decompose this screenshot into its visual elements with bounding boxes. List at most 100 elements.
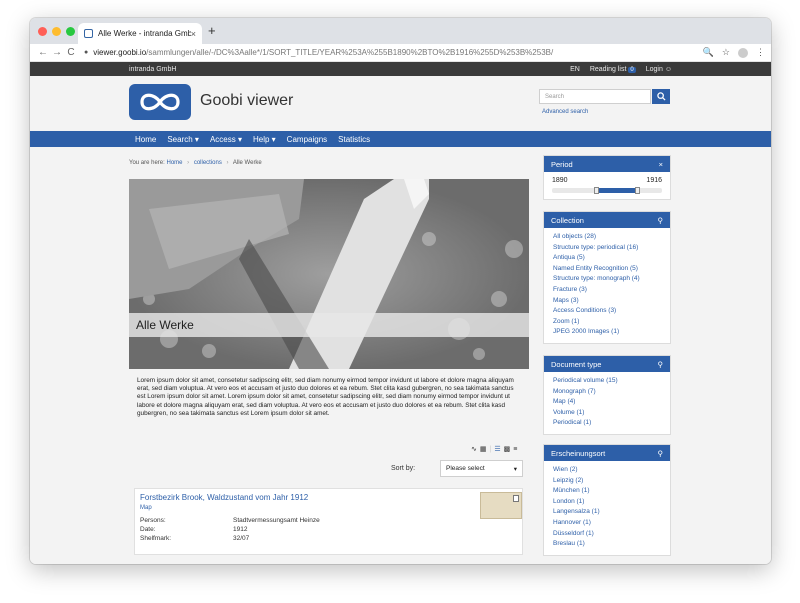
period-widget: Period × 1890 1916 — [543, 155, 671, 200]
facet-item[interactable]: Zoom (1) — [553, 317, 661, 328]
nav-search[interactable]: Search ▾ — [167, 135, 199, 144]
maximize-window-button[interactable] — [66, 27, 75, 36]
facet-item[interactable]: Periodical volume (15) — [553, 376, 661, 387]
facet-item[interactable]: Structure type: monograph (4) — [553, 274, 661, 285]
bookmark-star-icon[interactable]: ☆ — [722, 47, 730, 58]
main-navigation: Home Search ▾ Access ▾ Help ▾ Campaigns … — [30, 131, 771, 147]
doctype-widget-header: Document type ⚲ — [544, 356, 670, 372]
advanced-search-link[interactable]: Advanced search — [542, 109, 588, 115]
search-icon[interactable]: ⚲ — [658, 449, 664, 458]
breadcrumb-home[interactable]: Home — [166, 160, 182, 166]
dropdown-arrow-icon: ▾ — [513, 465, 517, 473]
address-bar[interactable]: ● viewer.goobi.io /sammlungen/alle/-/DC%… — [84, 48, 695, 57]
doctype-widget: Document type ⚲ Periodical volume (15) Mo… — [543, 355, 671, 435]
site-header: Goobi viewer Search Advanced search — [30, 76, 771, 131]
table-view-icon[interactable]: ▦ — [480, 445, 487, 453]
sort-select[interactable]: Please select ▾ — [440, 460, 523, 477]
new-tab-button[interactable]: + — [208, 23, 216, 38]
breadcrumb-collections[interactable]: collections — [194, 160, 222, 166]
lock-icon: ● — [84, 49, 89, 56]
bookmark-icon[interactable] — [513, 495, 519, 502]
browser-tab[interactable]: Alle Werke - intranda GmbH × — [78, 23, 202, 44]
result-thumbnail[interactable] — [480, 492, 522, 519]
facet-item[interactable]: Leipzig (2) — [553, 476, 661, 487]
place-facet-list: Wien (2) Leipzig (2) München (1) London (1)… — [544, 461, 670, 555]
search-button[interactable] — [652, 89, 670, 104]
facet-item[interactable]: Structure type: periodical (16) — [553, 243, 661, 254]
breadcrumb-separator: › — [187, 160, 190, 166]
breadcrumb: You are here: Home › collections › Alle … — [129, 160, 262, 166]
browser-menu-icon[interactable]: ⋮ — [756, 47, 765, 58]
search-icon[interactable]: ⚲ — [658, 216, 664, 225]
search-result-item[interactable]: Forstbezirk Brook, Waldzustand vom Jahr … — [134, 488, 523, 555]
login-link[interactable]: Login ☺ — [646, 66, 672, 73]
language-switch[interactable]: EN — [570, 66, 580, 73]
meta-key: Date: — [140, 526, 156, 533]
facet-item[interactable]: Volume (1) — [553, 408, 661, 419]
reload-icon[interactable]: C — [64, 47, 78, 58]
facet-item[interactable]: Named Entity Recognition (5) — [553, 264, 661, 275]
facet-item[interactable]: Fracture (3) — [553, 285, 661, 296]
slider-handle-start[interactable] — [594, 187, 599, 194]
facet-item[interactable]: Monograph (7) — [553, 387, 661, 398]
site-title[interactable]: Goobi viewer — [200, 92, 293, 110]
tab-close-icon[interactable]: × — [191, 29, 196, 39]
facet-item[interactable]: Access Conditions (3) — [553, 306, 661, 317]
sort-label: Sort by: — [391, 465, 416, 472]
collection-description: Lorem ipsum dolor sit amet, consetetur s… — [137, 377, 514, 417]
back-icon[interactable]: ← — [36, 47, 50, 58]
reading-list-count: 0 — [628, 66, 636, 73]
breadcrumb-current: Alle Werke — [232, 160, 262, 166]
facet-item[interactable]: Antiqua (5) — [553, 253, 661, 264]
facet-item[interactable]: Düsseldorf (1) — [553, 529, 661, 540]
infinity-logo-icon — [140, 93, 180, 111]
goobi-logo[interactable] — [129, 84, 191, 120]
minimize-window-button[interactable] — [52, 27, 61, 36]
browser-window: Alle Werke - intranda GmbH × + ← → C ● v… — [30, 18, 771, 564]
close-window-button[interactable] — [38, 27, 47, 36]
rss-icon[interactable]: ∿ — [471, 445, 477, 453]
nav-access[interactable]: Access ▾ — [210, 135, 242, 144]
facet-item[interactable]: München (1) — [553, 486, 661, 497]
collection-title: Collection — [551, 215, 584, 225]
remove-filter-icon[interactable]: × — [659, 160, 663, 169]
meta-value: Stadtvermessungsamt Heinze — [233, 517, 320, 524]
facet-item[interactable]: Map (4) — [553, 397, 661, 408]
facet-item[interactable]: Wien (2) — [553, 465, 661, 476]
result-title-link[interactable]: Forstbezirk Brook, Waldzustand vom Jahr … — [140, 493, 308, 502]
nav-statistics[interactable]: Statistics — [338, 135, 370, 144]
company-name: intranda GmbH — [129, 65, 177, 73]
slider-handle-end[interactable] — [634, 187, 640, 194]
list-view-icon[interactable]: ☰ — [494, 445, 500, 453]
collection-widget: Collection ⚲ All objects (28) Structure t… — [543, 211, 671, 344]
facet-item[interactable]: London (1) — [553, 497, 661, 508]
facet-item[interactable]: JPEG 2000 Images (1) — [553, 327, 661, 338]
zoom-icon[interactable]: 🔍 — [703, 47, 714, 58]
facet-item[interactable]: All objects (28) — [553, 232, 661, 243]
facet-item[interactable]: Langensalza (1) — [553, 507, 661, 518]
hero-photo — [129, 179, 529, 369]
profile-avatar[interactable] — [738, 47, 748, 58]
place-widget: Erscheinungsort ⚲ Wien (2) Leipzig (2) Mün… — [543, 444, 671, 556]
search-icon[interactable]: ⚲ — [658, 360, 664, 369]
facet-item[interactable]: Maps (3) — [553, 296, 661, 307]
forward-icon[interactable]: → — [50, 47, 64, 58]
facet-item[interactable]: Periodical (1) — [553, 418, 661, 429]
favicon-icon — [84, 29, 93, 38]
url-path: /sammlungen/alle/-/DC%3Aalle*/1/SORT_TIT… — [146, 48, 554, 57]
search-input[interactable]: Search — [539, 89, 651, 104]
facet-item[interactable]: Breslau (1) — [553, 539, 661, 550]
nav-home[interactable]: Home — [135, 135, 156, 144]
facet-item[interactable]: Hannover (1) — [553, 518, 661, 529]
reading-list-link[interactable]: Reading list 0 — [590, 66, 636, 73]
grid-view-icon[interactable]: ▩ — [504, 445, 511, 453]
meta-key: Persons: — [140, 517, 166, 524]
period-to: 1916 — [646, 177, 662, 184]
nav-help[interactable]: Help ▾ — [253, 135, 276, 144]
result-meta-row: Date: 1912 — [140, 526, 247, 533]
compact-view-icon[interactable]: ≡ — [513, 446, 517, 453]
period-slider[interactable] — [552, 187, 662, 194]
nav-campaigns[interactable]: Campaigns — [287, 135, 327, 144]
sort-selected-value: Please select — [446, 465, 485, 472]
browser-toolbar: ← → C ● viewer.goobi.io /sammlungen/alle… — [30, 44, 771, 62]
